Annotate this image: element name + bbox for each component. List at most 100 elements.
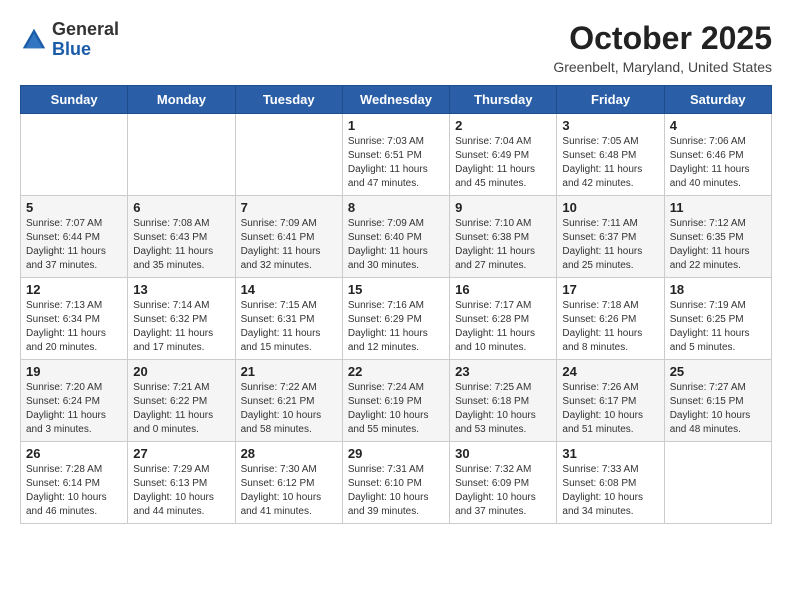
day-info: Sunrise: 7:13 AM Sunset: 6:34 PM Dayligh… <box>26 299 122 355</box>
day-header-tuesday: Tuesday <box>235 86 342 114</box>
calendar-cell: 17 Sunrise: 7:18 AM Sunset: 6:26 PM Dayli… <box>557 278 664 360</box>
calendar-cell: 24Sunrise: 7:26 AM Sunset: 6:17 PM Dayli… <box>557 360 664 442</box>
logo: General Blue <box>20 20 119 60</box>
calendar-cell: 13Sunrise: 7:14 AM Sunset: 6:32 PM Dayli… <box>128 278 235 360</box>
calendar-week-3: 12 Sunrise: 7:13 AM Sunset: 6:34 PM Dayli… <box>21 278 772 360</box>
day-number: 7 <box>241 200 337 215</box>
logo-blue-text: Blue <box>52 39 91 59</box>
day-info: Sunrise: 7:28 AM Sunset: 6:14 PM Dayligh… <box>26 463 122 519</box>
day-info: Sunrise: 7:20 AM Sunset: 6:24 PM Dayligh… <box>26 381 122 437</box>
calendar-cell: 1 Sunrise: 7:03 AM Sunset: 6:51 PM Daylig… <box>342 114 449 196</box>
calendar-cell: 10 Sunrise: 7:11 AM Sunset: 6:37 PM Dayli… <box>557 196 664 278</box>
calendar-cell: 29 Sunrise: 7:31 AM Sunset: 6:10 PM Dayli… <box>342 442 449 524</box>
day-info: Sunrise: 7:07 AM Sunset: 6:44 PM Dayligh… <box>26 217 122 273</box>
day-info: Sunrise: 7:22 AM Sunset: 6:21 PM Dayligh… <box>241 381 337 437</box>
day-number: 24 <box>562 364 658 379</box>
calendar-week-2: 5 Sunrise: 7:07 AM Sunset: 6:44 PM Daylig… <box>21 196 772 278</box>
logo-icon <box>20 26 48 54</box>
day-info: Sunrise: 7:21 AM Sunset: 6:22 PM Dayligh… <box>133 381 229 437</box>
calendar-cell: 22 Sunrise: 7:24 AM Sunset: 6:19 PM Dayli… <box>342 360 449 442</box>
day-info: Sunrise: 7:29 AM Sunset: 6:13 PM Dayligh… <box>133 463 229 519</box>
calendar-cell: 30Sunrise: 7:32 AM Sunset: 6:09 PM Dayli… <box>450 442 557 524</box>
day-number: 10 <box>562 200 658 215</box>
calendar-cell <box>664 442 771 524</box>
calendar-cell: 4 Sunrise: 7:06 AM Sunset: 6:46 PM Daylig… <box>664 114 771 196</box>
calendar-cell: 20 Sunrise: 7:21 AM Sunset: 6:22 PM Dayli… <box>128 360 235 442</box>
day-info: Sunrise: 7:17 AM Sunset: 6:28 PM Dayligh… <box>455 299 551 355</box>
day-info: Sunrise: 7:16 AM Sunset: 6:29 PM Dayligh… <box>348 299 444 355</box>
calendar-week-5: 26 Sunrise: 7:28 AM Sunset: 6:14 PM Dayli… <box>21 442 772 524</box>
calendar-cell: 3Sunrise: 7:05 AM Sunset: 6:48 PM Daylig… <box>557 114 664 196</box>
calendar-cell <box>235 114 342 196</box>
calendar-cell: 7Sunrise: 7:09 AM Sunset: 6:41 PM Daylig… <box>235 196 342 278</box>
day-number: 14 <box>241 282 337 297</box>
day-number: 8 <box>348 200 444 215</box>
calendar-cell <box>128 114 235 196</box>
logo-text: General Blue <box>52 20 119 60</box>
day-number: 5 <box>26 200 122 215</box>
day-number: 20 <box>133 364 229 379</box>
day-number: 29 <box>348 446 444 461</box>
calendar-cell: 11Sunrise: 7:12 AM Sunset: 6:35 PM Dayli… <box>664 196 771 278</box>
day-info: Sunrise: 7:25 AM Sunset: 6:18 PM Dayligh… <box>455 381 551 437</box>
calendar-cell <box>21 114 128 196</box>
day-info: Sunrise: 7:11 AM Sunset: 6:37 PM Dayligh… <box>562 217 658 273</box>
day-number: 2 <box>455 118 551 133</box>
day-number: 23 <box>455 364 551 379</box>
day-info: Sunrise: 7:18 AM Sunset: 6:26 PM Dayligh… <box>562 299 658 355</box>
day-info: Sunrise: 7:33 AM Sunset: 6:08 PM Dayligh… <box>562 463 658 519</box>
calendar-cell: 5 Sunrise: 7:07 AM Sunset: 6:44 PM Daylig… <box>21 196 128 278</box>
title-block: October 2025 Greenbelt, Maryland, United… <box>553 20 772 75</box>
day-number: 13 <box>133 282 229 297</box>
day-info: Sunrise: 7:09 AM Sunset: 6:40 PM Dayligh… <box>348 217 444 273</box>
day-info: Sunrise: 7:04 AM Sunset: 6:49 PM Dayligh… <box>455 135 551 191</box>
calendar-cell: 6 Sunrise: 7:08 AM Sunset: 6:43 PM Daylig… <box>128 196 235 278</box>
day-info: Sunrise: 7:08 AM Sunset: 6:43 PM Dayligh… <box>133 217 229 273</box>
calendar-table: SundayMondayTuesdayWednesdayThursdayFrid… <box>20 85 772 524</box>
day-header-wednesday: Wednesday <box>342 86 449 114</box>
day-info: Sunrise: 7:10 AM Sunset: 6:38 PM Dayligh… <box>455 217 551 273</box>
month-title: October 2025 <box>553 20 772 57</box>
calendar-header-row: SundayMondayTuesdayWednesdayThursdayFrid… <box>21 86 772 114</box>
calendar-cell: 14Sunrise: 7:15 AM Sunset: 6:31 PM Dayli… <box>235 278 342 360</box>
day-info: Sunrise: 7:03 AM Sunset: 6:51 PM Dayligh… <box>348 135 444 191</box>
calendar-cell: 26 Sunrise: 7:28 AM Sunset: 6:14 PM Dayli… <box>21 442 128 524</box>
day-number: 4 <box>670 118 766 133</box>
day-number: 25 <box>670 364 766 379</box>
day-number: 21 <box>241 364 337 379</box>
calendar-cell: 15 Sunrise: 7:16 AM Sunset: 6:29 PM Dayli… <box>342 278 449 360</box>
day-info: Sunrise: 7:31 AM Sunset: 6:10 PM Dayligh… <box>348 463 444 519</box>
calendar-week-4: 19 Sunrise: 7:20 AM Sunset: 6:24 PM Dayli… <box>21 360 772 442</box>
day-info: Sunrise: 7:06 AM Sunset: 6:46 PM Dayligh… <box>670 135 766 191</box>
day-number: 22 <box>348 364 444 379</box>
logo-general-text: General <box>52 19 119 39</box>
day-number: 30 <box>455 446 551 461</box>
day-info: Sunrise: 7:12 AM Sunset: 6:35 PM Dayligh… <box>670 217 766 273</box>
day-number: 15 <box>348 282 444 297</box>
day-number: 1 <box>348 118 444 133</box>
day-number: 6 <box>133 200 229 215</box>
day-header-monday: Monday <box>128 86 235 114</box>
calendar-cell: 9 Sunrise: 7:10 AM Sunset: 6:38 PM Daylig… <box>450 196 557 278</box>
day-info: Sunrise: 7:05 AM Sunset: 6:48 PM Dayligh… <box>562 135 658 191</box>
calendar-cell: 27 Sunrise: 7:29 AM Sunset: 6:13 PM Dayli… <box>128 442 235 524</box>
day-info: Sunrise: 7:24 AM Sunset: 6:19 PM Dayligh… <box>348 381 444 437</box>
day-number: 17 <box>562 282 658 297</box>
day-header-thursday: Thursday <box>450 86 557 114</box>
calendar-cell: 12 Sunrise: 7:13 AM Sunset: 6:34 PM Dayli… <box>21 278 128 360</box>
calendar-cell: 19 Sunrise: 7:20 AM Sunset: 6:24 PM Dayli… <box>21 360 128 442</box>
location-text: Greenbelt, Maryland, United States <box>553 59 772 75</box>
day-info: Sunrise: 7:27 AM Sunset: 6:15 PM Dayligh… <box>670 381 766 437</box>
day-number: 28 <box>241 446 337 461</box>
day-header-friday: Friday <box>557 86 664 114</box>
calendar-cell: 28Sunrise: 7:30 AM Sunset: 6:12 PM Dayli… <box>235 442 342 524</box>
day-number: 9 <box>455 200 551 215</box>
day-number: 26 <box>26 446 122 461</box>
day-number: 19 <box>26 364 122 379</box>
day-number: 27 <box>133 446 229 461</box>
day-number: 12 <box>26 282 122 297</box>
day-info: Sunrise: 7:19 AM Sunset: 6:25 PM Dayligh… <box>670 299 766 355</box>
calendar-cell: 18Sunrise: 7:19 AM Sunset: 6:25 PM Dayli… <box>664 278 771 360</box>
day-header-saturday: Saturday <box>664 86 771 114</box>
calendar-cell: 31Sunrise: 7:33 AM Sunset: 6:08 PM Dayli… <box>557 442 664 524</box>
